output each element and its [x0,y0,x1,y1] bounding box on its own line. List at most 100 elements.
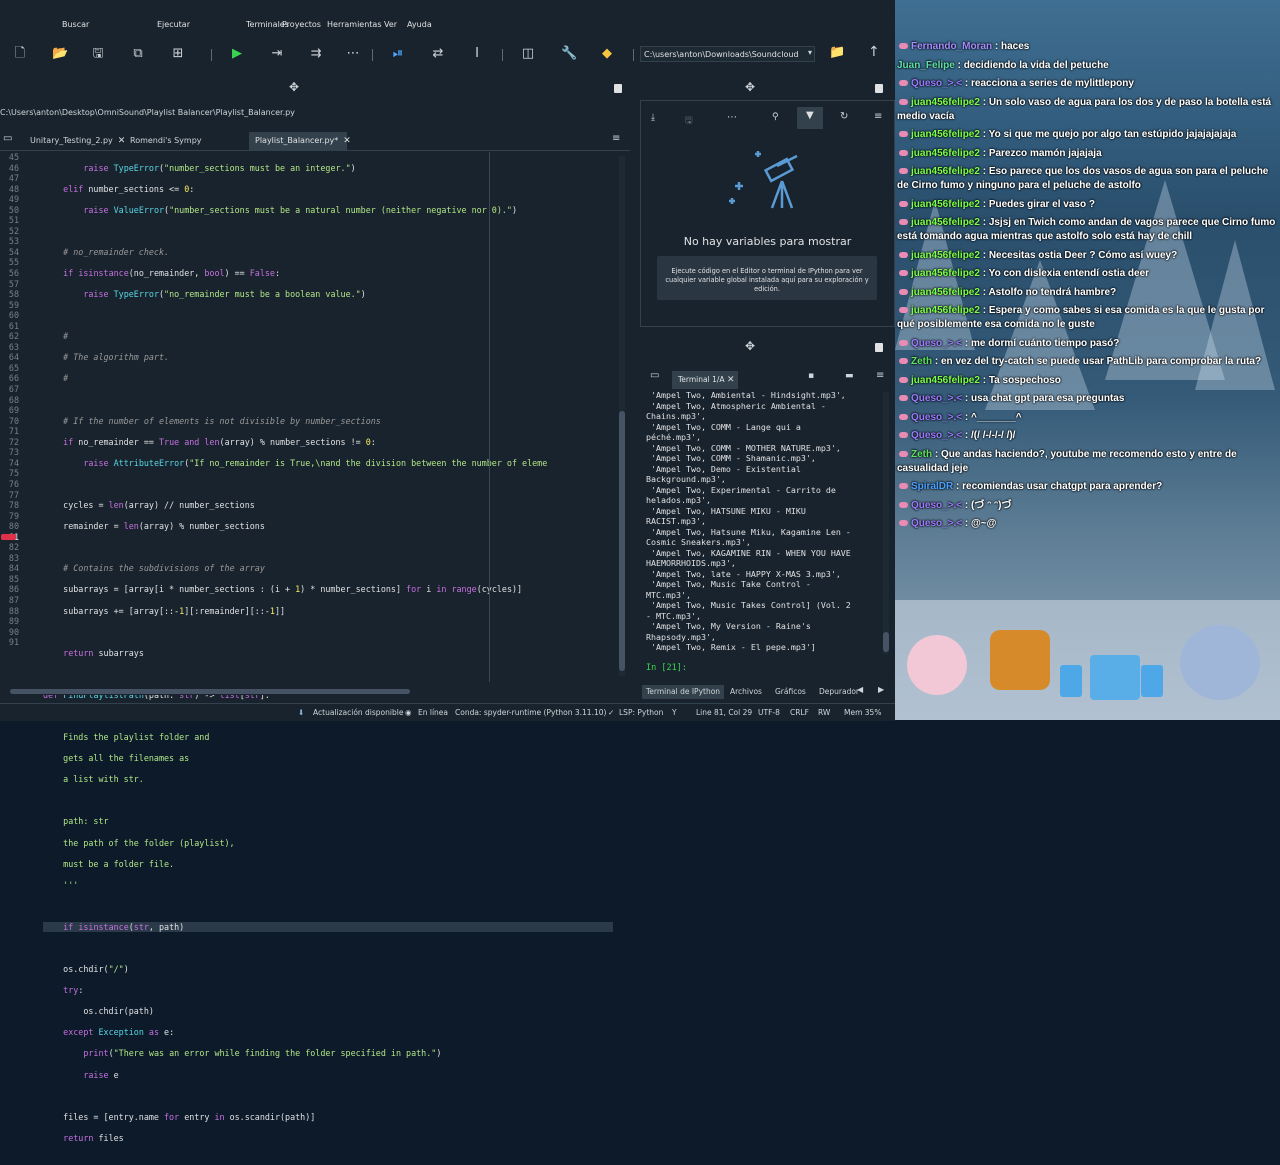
chat-username[interactable]: juan456felipe2 [911,287,980,298]
chat-message: juan456felipe2 : Jsjsj en Twich como and… [897,216,1277,244]
update-icon[interactable]: ⬇ [298,708,304,717]
chat-username[interactable]: Queso_>.< [911,500,962,511]
create-cell-icon[interactable]: ⊞ [171,47,185,61]
browse-folder-icon[interactable]: 📁 [829,45,845,60]
browse-tabs-icon[interactable]: ▭ [3,133,12,144]
chat-username[interactable]: juan456felipe2 [911,375,980,386]
line-number: 70 [8,415,19,426]
options-menu-icon[interactable]: ≡ [876,370,884,381]
new-file-icon[interactable]: 🗋 [13,47,27,61]
search-icon[interactable]: ⚲ [772,112,779,122]
chat-username[interactable]: juan456felipe2 [911,305,980,316]
console-output: 'Ampel Two, Ambiental - Hindsight.mp3', … [646,390,851,652]
options-menu-icon[interactable]: ≡ [874,111,882,122]
filter-icon[interactable]: ▼ [797,107,823,129]
chat-username[interactable]: juan456felipe2 [911,97,980,108]
chat-username[interactable]: Queso_>.< [911,518,962,529]
chat-separator: : [962,411,972,423]
chat-username[interactable]: Zeth [911,449,932,460]
menu-ver[interactable]: Ver [384,20,397,29]
browse-tabs-icon[interactable]: ▭ [650,370,659,381]
chat-username[interactable]: juan456felipe2 [911,129,980,140]
preferences-wrench-icon[interactable]: 🔧 [561,47,577,61]
chat-username[interactable]: Fernando_Moran [911,41,992,52]
menu-buscar[interactable]: Buscar [62,20,89,29]
line-number: 69 [8,405,19,416]
chevron-left-icon[interactable]: ◀ [857,685,863,694]
close-icon[interactable]: ✕ [343,136,351,146]
tab-unitary-testing[interactable]: Unitary_Testing_2.py ✕ [24,132,125,150]
tab-debugger[interactable]: Depurador [815,685,861,699]
tab-sympy-dilemma[interactable]: Romendi's Sympy dilemma.py✕ [124,132,246,164]
save-all-icon[interactable]: ⧉ [131,47,145,61]
debug-cell-icon[interactable]: ⇄ [431,47,445,61]
tab-files[interactable]: Archivos [726,685,766,699]
more-icon[interactable]: ⋯ [346,47,360,61]
open-folder-icon[interactable]: 📂 [52,47,68,61]
chat-username[interactable]: juan456felipe2 [911,268,980,279]
move-pane-icon[interactable]: ✥ [745,80,755,94]
more-icon[interactable]: ⋯ [727,112,737,123]
move-pane-icon[interactable]: ✥ [289,80,299,94]
code-line: raise TypeError("number_sections must be… [83,162,356,173]
move-pane-icon[interactable]: ✥ [745,339,755,353]
menu-herramientas[interactable]: Herramientas [327,20,382,29]
code-line: remainder = len(array) % number_sections [43,521,265,532]
debug-icon[interactable]: ⏯ [391,47,405,61]
tab-ipython-console[interactable]: Terminal de IPython [642,685,725,699]
run-cell-advance-icon[interactable]: ⇉ [309,47,323,61]
python-path-icon[interactable]: ◆ [600,47,614,61]
stream-chat: Fernando_Moran : haces Juan_Felipe : deci… [897,40,1277,580]
menu-proyectos[interactable]: Proyectos [282,20,321,29]
editor-horizontal-scrollbar[interactable] [0,688,630,695]
stop-icon[interactable]: ▪ [808,371,814,381]
update-status[interactable]: Actualización disponible [313,708,403,717]
run-icon[interactable]: ▶ [230,47,244,61]
lock-icon[interactable] [875,84,883,93]
import-data-icon[interactable]: ⤓ [651,113,655,123]
tab-playlist-balancer[interactable]: Playlist_Balancer.py* ✕ [249,132,351,150]
ipython-console[interactable]: ▭ Terminal 1/A ✕ ▪ ▬ ≡ 'Ampel Two, Ambie… [640,362,893,682]
close-icon[interactable]: ✕ [727,375,735,385]
tab-plots[interactable]: Gráficos [771,685,810,699]
menu-ayuda[interactable]: Ayuda [407,20,432,29]
lsp-status[interactable]: LSP: Python [619,708,663,717]
lock-icon[interactable] [875,343,883,352]
save-icon[interactable]: 🖫 [91,47,105,61]
lock-icon[interactable] [614,84,622,93]
chat-username[interactable]: juan456felipe2 [911,217,980,228]
line-number: 61 [8,320,19,331]
run-cell-icon[interactable]: ⇥ [270,47,284,61]
chat-username[interactable]: juan456felipe2 [911,148,980,159]
chat-username[interactable]: Queso_>.< [911,412,962,423]
editor-scrollbar[interactable] [619,156,625,676]
code-line: raise AttributeError("If no_remainder is… [83,457,548,468]
debug-selection-icon[interactable]: I [470,47,484,61]
chat-username[interactable]: Juan_Felipe [897,60,955,71]
conda-env[interactable]: Conda: spyder-runtime (Python 3.11.10) [455,708,606,717]
line-number: 66 [8,373,19,384]
chevron-right-icon[interactable]: ▶ [878,685,884,694]
line-number: 63 [8,341,19,352]
working-directory-input[interactable]: C:\users\anton\Downloads\Soundcloud [640,46,815,62]
save-data-icon[interactable]: 🖫 [685,113,693,129]
chat-username[interactable]: juan456felipe2 [911,250,980,261]
chat-username[interactable]: SpiralDR [911,481,953,492]
chat-username[interactable]: juan456felipe2 [911,199,980,210]
chat-username[interactable]: Queso_>.< [911,393,962,404]
options-menu-icon[interactable]: ≡ [612,133,620,144]
chat-message: Queso_>.< : (づ ᵔ ᵔ)づ [897,499,1277,513]
chat-username[interactable]: Queso_>.< [911,338,962,349]
chat-username[interactable]: Queso_>.< [911,78,962,89]
console-scrollbar[interactable] [883,392,889,654]
menu-ejecutar[interactable]: Ejecutar [157,20,190,29]
clear-icon[interactable]: ▬ [845,371,854,381]
chat-username[interactable]: Zeth [911,356,932,367]
chat-username[interactable]: juan456felipe2 [911,166,980,177]
maximize-pane-icon[interactable]: ◫ [521,47,535,61]
parent-directory-icon[interactable]: ↑ [868,44,880,60]
code-editor[interactable]: 45 46 47 48 49 50 51 52 53 54 55 56 57 58 59 60 61 62 63 64… [0,152,630,1143]
chevron-down-icon[interactable]: ▾ [808,48,812,57]
chat-username[interactable]: Queso_>.< [911,430,962,441]
refresh-icon[interactable]: ↻ [840,111,848,122]
